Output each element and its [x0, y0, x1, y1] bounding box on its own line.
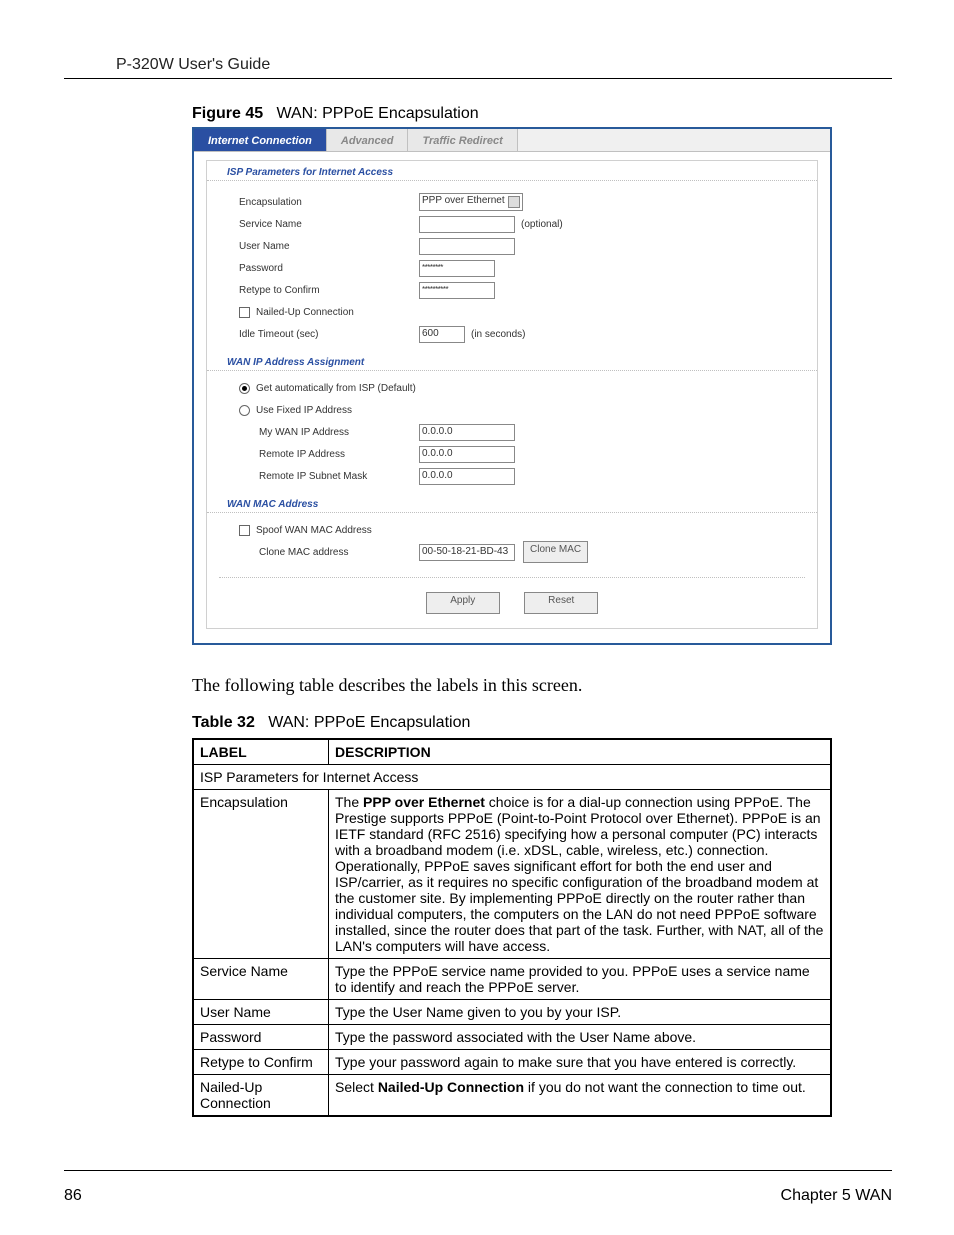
remote-subnet-input[interactable]: 0.0.0.0 [419, 468, 515, 485]
cell-desc: Type the PPPoE service name provided to … [329, 959, 832, 1000]
section-row-isp: ISP Parameters for Internet Access [193, 765, 831, 790]
table-text: WAN: PPPoE Encapsulation [268, 714, 470, 731]
my-wan-ip-label: My WAN IP Address [259, 427, 419, 438]
password-label: Password [239, 263, 419, 274]
chapter-label: Chapter 5 WAN [781, 1187, 892, 1205]
cell-desc: Select Nailed-Up Connection if you do no… [329, 1075, 832, 1117]
cell-label: Service Name [193, 959, 329, 1000]
tab-traffic-redirect[interactable]: Traffic Redirect [408, 129, 517, 151]
table-row: Password Type the password associated wi… [193, 1025, 831, 1050]
tab-internet-connection[interactable]: Internet Connection [194, 129, 327, 151]
figure-text: WAN: PPPoE Encapsulation [276, 105, 478, 122]
apply-button[interactable]: Apply [426, 592, 500, 614]
user-name-input[interactable] [419, 238, 515, 255]
remote-ip-input[interactable]: 0.0.0.0 [419, 446, 515, 463]
cell-label: User Name [193, 1000, 329, 1025]
section-isp-header: ISP Parameters for Internet Access [207, 161, 817, 181]
cell-label: Nailed-Up Connection [193, 1075, 329, 1117]
th-label: LABEL [193, 739, 329, 765]
tab-bar: Internet Connection Advanced Traffic Red… [194, 129, 830, 152]
remote-subnet-label: Remote IP Subnet Mask [259, 471, 419, 482]
table-row: Encapsulation The PPP over Ethernet choi… [193, 790, 831, 959]
figure-caption: Figure 45 WAN: PPPoE Encapsulation [192, 105, 892, 123]
remote-ip-label: Remote IP Address [259, 449, 419, 460]
clone-mac-button[interactable]: Clone MAC [523, 541, 588, 563]
nailed-up-checkbox[interactable] [239, 307, 250, 318]
footer: 86 Chapter 5 WAN [64, 1187, 892, 1205]
retype-label: Retype to Confirm [239, 285, 419, 296]
table-row: User Name Type the User Name given to yo… [193, 1000, 831, 1025]
radio-use-fixed[interactable] [239, 405, 250, 416]
user-name-label: User Name [239, 241, 419, 252]
body-text: The following table describes the labels… [192, 675, 892, 696]
header-rule [64, 78, 892, 79]
section-wan-mac-header: WAN MAC Address [207, 493, 817, 513]
button-row: Apply Reset [219, 577, 805, 614]
table-caption: Table 32 WAN: PPPoE Encapsulation [192, 714, 892, 732]
spoof-mac-label: Spoof WAN MAC Address [256, 525, 372, 536]
cell-desc: Type the User Name given to you by your … [329, 1000, 832, 1025]
cell-desc: Type the password associated with the Us… [329, 1025, 832, 1050]
tab-advanced[interactable]: Advanced [327, 129, 409, 151]
section-wan-ip-header: WAN IP Address Assignment [207, 351, 817, 371]
idle-timeout-note: (in seconds) [471, 329, 525, 340]
cell-desc: Type your password again to make sure th… [329, 1050, 832, 1075]
cell-desc: The PPP over Ethernet choice is for a di… [329, 790, 832, 959]
table-row: Service Name Type the PPPoE service name… [193, 959, 831, 1000]
password-input[interactable]: ******** [419, 260, 495, 277]
use-fixed-label: Use Fixed IP Address [256, 405, 352, 416]
service-name-label: Service Name [239, 219, 419, 230]
clone-mac-input[interactable]: 00-50-18-21-BD-43 [419, 544, 515, 561]
retype-input[interactable]: ********** [419, 282, 495, 299]
spoof-mac-checkbox[interactable] [239, 525, 250, 536]
encapsulation-select[interactable]: PPP over Ethernet [419, 193, 523, 211]
cell-label: Retype to Confirm [193, 1050, 329, 1075]
service-name-input[interactable] [419, 216, 515, 233]
description-table: LABEL DESCRIPTION ISP Parameters for Int… [192, 738, 832, 1117]
cell-label: Encapsulation [193, 790, 329, 959]
service-name-note: (optional) [521, 219, 563, 230]
cell-label: Password [193, 1025, 329, 1050]
get-auto-label: Get automatically from ISP (Default) [256, 383, 416, 394]
encapsulation-label: Encapsulation [239, 197, 419, 208]
footer-rule [64, 1170, 892, 1171]
screenshot: Internet Connection Advanced Traffic Red… [192, 127, 832, 645]
clone-mac-label: Clone MAC address [259, 547, 419, 558]
page-number: 86 [64, 1187, 82, 1205]
reset-button[interactable]: Reset [524, 592, 598, 614]
th-description: DESCRIPTION [329, 739, 832, 765]
my-wan-ip-input[interactable]: 0.0.0.0 [419, 424, 515, 441]
radio-get-auto[interactable] [239, 383, 250, 394]
doc-title: P-320W User's Guide [116, 56, 892, 74]
figure-label: Figure 45 [192, 105, 263, 122]
nailed-up-label: Nailed-Up Connection [256, 307, 354, 318]
table-row: Nailed-Up Connection Select Nailed-Up Co… [193, 1075, 831, 1117]
table-label: Table 32 [192, 714, 255, 731]
idle-timeout-label: Idle Timeout (sec) [239, 329, 419, 340]
table-row: Retype to Confirm Type your password aga… [193, 1050, 831, 1075]
idle-timeout-input[interactable]: 600 [419, 326, 465, 343]
